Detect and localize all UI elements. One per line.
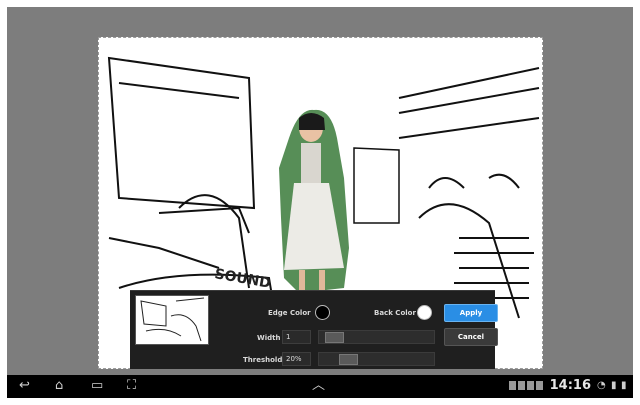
screenshot-icon[interactable]: ⛶ [127,378,136,394]
back-color-label: Back Color [374,309,416,317]
threshold-slider-thumb[interactable] [339,354,358,365]
clock: 14:16 [549,378,591,393]
notification-icon [509,381,516,390]
up-chevron-icon[interactable]: ︿ [312,378,325,394]
wifi-icon: ◔ [597,380,606,391]
width-slider-thumb[interactable] [325,332,344,343]
edge-effect-panel: Edge Color Back Color Apply Cancel Width… [130,290,498,369]
width-slider[interactable] [318,330,435,344]
notification-icon [527,381,534,390]
edge-color-label: Edge Color [268,309,311,317]
system-navigation-bar: ↩ ⌂ ▭ ⛶ ︿ 14:16 ◔ ▮ ▮ [7,375,633,398]
threshold-label: Threshold [243,356,283,364]
back-color-swatch[interactable] [417,305,432,320]
svg-text:SOUND: SOUND [213,266,272,292]
cancel-button[interactable]: Cancel [444,328,498,346]
battery-icon: ▮ [621,380,627,391]
recent-apps-icon[interactable]: ▭ [91,378,103,394]
screen-frame: SOUND Edge Color Back Color Apply Cancel… [0,0,640,405]
width-value-field[interactable]: 1 [282,330,311,344]
threshold-value-field[interactable]: 20% [282,352,311,366]
apply-button[interactable]: Apply [444,304,498,322]
threshold-slider[interactable] [318,352,435,366]
preview-thumbnail [135,295,209,345]
edge-color-swatch[interactable] [315,305,330,320]
back-icon[interactable]: ↩ [19,378,30,394]
signal-icon: ▮ [611,380,617,391]
width-label: Width [257,334,281,342]
notification-icon [518,381,525,390]
home-icon[interactable]: ⌂ [55,378,63,394]
notification-icon [536,381,543,390]
